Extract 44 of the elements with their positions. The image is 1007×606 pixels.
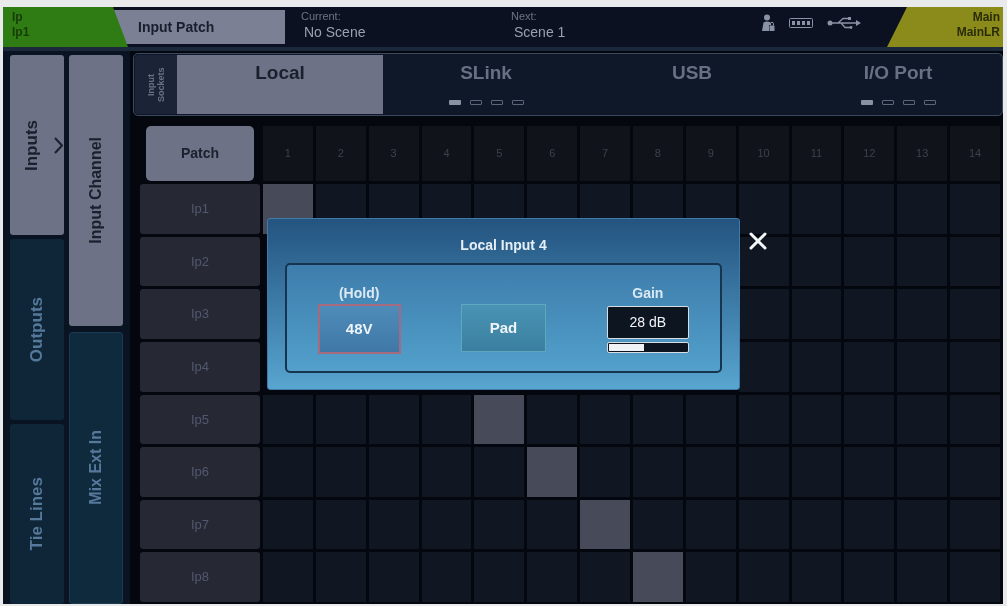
control-caption: Gain <box>632 285 664 302</box>
sockets-caption: Input Sockets <box>146 66 166 104</box>
patch-cell[interactable] <box>474 394 525 445</box>
close-icon[interactable] <box>749 232 767 250</box>
row-label: Ip4 <box>140 341 260 392</box>
pad-button[interactable]: Pad <box>461 304 546 352</box>
row-label: Ip5 <box>140 394 260 445</box>
channel-name-label: Ip1 <box>12 25 30 40</box>
section-tab[interactable]: Outputs <box>10 239 64 420</box>
subsection-tab[interactable]: Input Channel <box>69 55 123 326</box>
patch-cell[interactable] <box>527 447 578 497</box>
section-tab[interactable]: Inputs <box>10 55 64 236</box>
next-scene-name: Scene 1 <box>513 24 566 41</box>
row-label: Ip1 <box>140 184 260 234</box>
row-label: Ip8 <box>140 552 260 602</box>
row-label: Ip2 <box>140 236 260 287</box>
patch-cell[interactable] <box>580 499 630 550</box>
subsection-tab[interactable]: Mix Ext In <box>69 331 123 604</box>
current-scene-label: Current: <box>301 10 341 22</box>
row-label: Ip6 <box>140 447 260 497</box>
output-type-label: Main <box>972 10 1000 25</box>
section-tab[interactable]: Tie Lines <box>10 423 64 604</box>
patch-cell[interactable] <box>738 236 789 287</box>
chevron-icon <box>53 136 63 154</box>
usb-icon <box>827 17 862 29</box>
row-label: Ip7 <box>140 499 260 550</box>
patch-cell[interactable] <box>738 289 789 339</box>
row-label: Ip3 <box>140 289 260 339</box>
patch-cell[interactable] <box>738 184 789 234</box>
patch-cell[interactable] <box>633 552 683 602</box>
output-name-label: MainLR <box>956 25 1000 40</box>
patch-button[interactable]: Patch <box>146 126 254 181</box>
dialog-title: Local Input 4 <box>460 237 547 253</box>
screen-tab[interactable]: Input Patch <box>112 10 285 44</box>
current-scene-name: No Scene <box>303 24 366 41</box>
socket-tab[interactable]: Local <box>177 55 383 114</box>
next-scene-label: Next: <box>511 10 537 22</box>
phantom-power-button[interactable]: 48V <box>317 304 401 354</box>
gain-readout: 28 dB <box>606 306 689 339</box>
user-lock-icon <box>761 14 775 32</box>
channel-type-label: Ip <box>12 10 23 25</box>
keyboard-icon <box>789 18 813 28</box>
control-caption: (Hold) <box>338 285 380 302</box>
patch-cell[interactable] <box>738 341 789 392</box>
